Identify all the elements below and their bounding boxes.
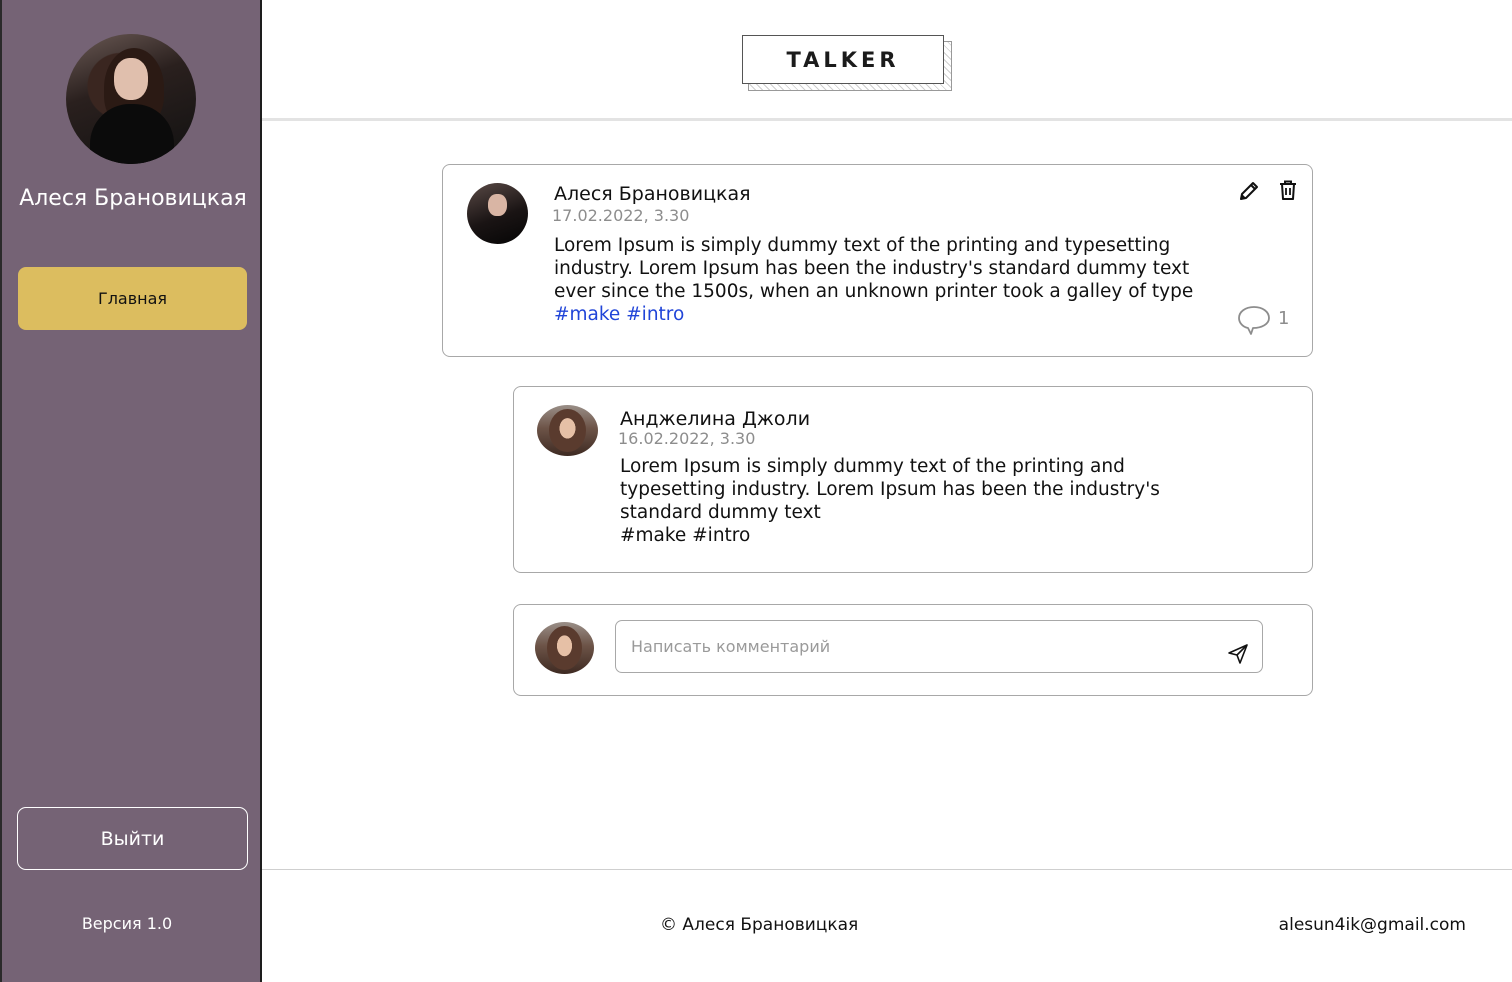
version-label: Версия 1.0 xyxy=(81,914,173,933)
comment-tags: #make #intro xyxy=(620,525,751,546)
comment-author-name[interactable]: Анджелина Джоли xyxy=(620,408,810,430)
post-tags[interactable]: #make #intro xyxy=(554,303,1193,326)
trash-icon[interactable] xyxy=(1276,178,1300,202)
compose-card xyxy=(513,604,1313,696)
pencil-icon[interactable] xyxy=(1237,179,1261,203)
comment-input[interactable] xyxy=(615,620,1263,673)
comment-text: Lorem Ipsum is simply dummy text of the … xyxy=(620,455,1160,547)
comment-text-line: typesetting industry. Lorem Ipsum has be… xyxy=(620,479,1160,500)
comment-card: Анджелина Джоли 16.02.2022, 3.30 Lorem I… xyxy=(513,386,1313,573)
post-author-avatar[interactable] xyxy=(467,183,528,244)
nav-home-button[interactable]: Главная xyxy=(18,267,247,330)
logo[interactable]: TALKER xyxy=(742,35,954,93)
comment-date: 16.02.2022, 3.30 xyxy=(618,429,756,448)
header: TALKER xyxy=(262,0,1512,121)
post-text-line: Lorem Ipsum is simply dummy text of the … xyxy=(554,235,1171,256)
comment-text-line: Lorem Ipsum is simply dummy text of the … xyxy=(620,456,1125,477)
post-card: Алеся Брановицкая 17.02.2022, 3.30 Lorem… xyxy=(442,164,1313,357)
avatar-face xyxy=(114,58,148,100)
send-icon[interactable] xyxy=(1227,643,1249,665)
comment-author-avatar[interactable] xyxy=(537,405,598,456)
post-text-line: industry. Lorem Ipsum has been the indus… xyxy=(554,258,1190,279)
post-text-line: ever since the 1500s, when an unknown pr… xyxy=(554,281,1194,302)
profile-avatar[interactable] xyxy=(66,34,196,164)
avatar-body xyxy=(90,104,174,164)
sidebar: Алеся Брановицкая Главная Выйти Версия 1… xyxy=(0,0,262,982)
footer: © Алеся Брановицкая alesun4ik@gmail.com xyxy=(262,869,1512,982)
comment-text-line: standard dummy text xyxy=(620,502,821,523)
footer-copyright: © Алеся Брановицкая xyxy=(660,915,859,935)
comments-count: 1 xyxy=(1278,308,1290,329)
speech-bubble-icon[interactable] xyxy=(1237,304,1271,336)
logo-text: TALKER xyxy=(742,35,944,84)
post-text: Lorem Ipsum is simply dummy text of the … xyxy=(554,234,1193,326)
footer-email[interactable]: alesun4ik@gmail.com xyxy=(1279,915,1466,935)
logout-button[interactable]: Выйти xyxy=(17,807,248,870)
post-date: 17.02.2022, 3.30 xyxy=(552,206,690,225)
compose-user-avatar xyxy=(535,622,594,674)
post-author-name[interactable]: Алеся Брановицкая xyxy=(554,183,751,205)
profile-name: Алеся Брановицкая xyxy=(19,186,247,211)
